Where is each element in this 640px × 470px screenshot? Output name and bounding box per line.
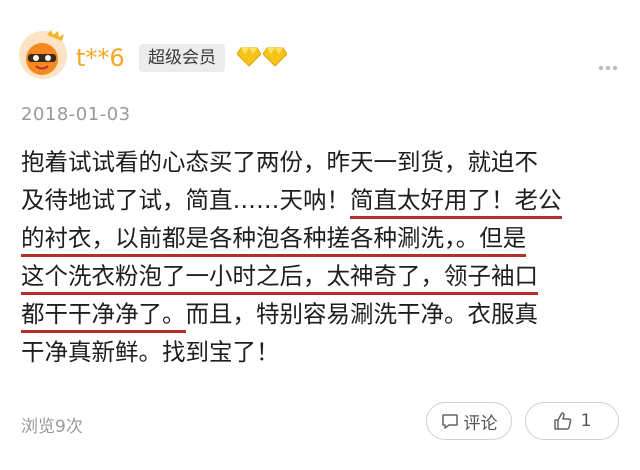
- post-text: 而且，特别容易涮洗干净。衣服真: [185, 300, 539, 328]
- thumbs-up-icon: [553, 411, 573, 431]
- member-level-gems: [237, 47, 287, 67]
- comment-label: 评论: [463, 413, 498, 434]
- more-options-button[interactable]: [598, 56, 618, 71]
- post-line: 抱着试试看的心态买了两份，昨天一到货，就迫不: [21, 143, 631, 181]
- post-line: 这个洗衣粉泡了一小时之后，太神奇了，领子袖口: [21, 257, 631, 295]
- member-badge: 超级会员: [139, 44, 225, 72]
- post-line: 及待地试了试，简直……天呐！简直太好用了！老公: [21, 181, 631, 219]
- post-line: 干净真新鲜。找到宝了！: [21, 333, 631, 371]
- post-text: 干净真新鲜。找到宝了！: [21, 338, 280, 366]
- username[interactable]: t**6: [76, 44, 125, 72]
- diamond-icon: [237, 47, 261, 67]
- diamond-icon: [263, 47, 287, 67]
- post-line: 的衬衣，以前都是各种泡各种搓各种涮洗，。但是: [21, 219, 631, 257]
- comment-icon: [441, 412, 459, 430]
- like-button[interactable]: 1: [525, 402, 619, 440]
- view-count: 浏览9次: [21, 417, 83, 437]
- underlined-text: 简直太好用了！老公: [350, 181, 562, 219]
- like-count: 1: [580, 411, 592, 431]
- post-text: 抱着试试看的心态买了两份，昨天一到货，就迫不: [21, 148, 538, 176]
- more-dots-icon: [598, 65, 618, 71]
- post-line: 都干干净净了。而且，特别容易涮洗干净。衣服真: [21, 295, 631, 333]
- underlined-text: 的衬衣，以前都是各种泡各种搓各种涮洗，。但是: [21, 219, 527, 257]
- underlined-text: 这个洗衣粉泡了一小时之后，太神奇了，领子袖口: [21, 257, 538, 295]
- post-text: 及待地试了试，简直……天呐！: [21, 186, 350, 214]
- underlined-text: 都干干净净了。: [21, 295, 186, 333]
- post-date: 2018-01-03: [21, 104, 131, 125]
- avatar-mascot-icon: [19, 30, 67, 79]
- avatar[interactable]: [18, 30, 68, 80]
- comment-button[interactable]: 评论: [426, 402, 512, 440]
- post-content: 抱着试试看的心态买了两份，昨天一到货，就迫不 及待地试了试，简直……天呐！简直太…: [21, 143, 631, 371]
